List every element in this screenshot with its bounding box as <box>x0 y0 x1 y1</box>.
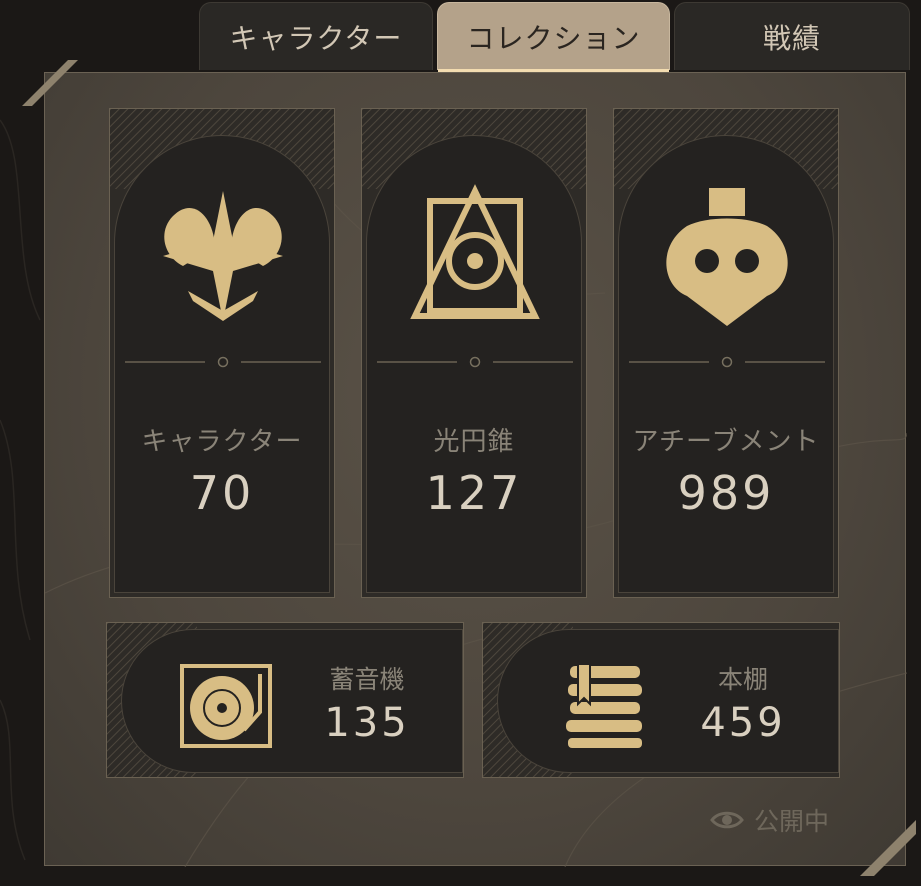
tab-record[interactable]: 戦績 <box>674 2 910 70</box>
card-label: 本棚 <box>717 665 768 694</box>
card-count: 135 <box>324 700 410 746</box>
card-count: 127 <box>425 466 523 520</box>
character-emblem-icon <box>163 191 283 321</box>
visibility-label: 公開中 <box>754 807 830 836</box>
collection-card-achievement[interactable]: アチーブメント 989 <box>613 108 839 598</box>
corner-ornament <box>22 60 78 106</box>
tab-character[interactable]: キャラクター <box>199 2 433 70</box>
tab-collection[interactable]: コレクション <box>437 2 670 74</box>
divider <box>125 356 321 368</box>
card-pill: 本棚 459 <box>497 629 839 773</box>
card-label: キャラクター <box>141 427 303 457</box>
collection-card-phonograph[interactable]: 蓄音機 135 <box>106 622 464 778</box>
card-label: 蓄音機 <box>329 665 405 694</box>
tab-label: コレクション <box>466 21 641 55</box>
tab-label: キャラクター <box>229 21 403 55</box>
card-arch: 光円錐 127 <box>366 135 582 593</box>
collection-card-character[interactable]: キャラクター 70 <box>109 108 335 598</box>
achievement-emblem-icon <box>666 188 788 326</box>
light-cone-emblem-icon <box>410 184 540 319</box>
card-pill: 蓄音機 135 <box>121 629 463 773</box>
card-arch: アチーブメント 989 <box>618 135 834 593</box>
card-label: 光円錐 <box>433 427 515 457</box>
card-count: 70 <box>189 466 255 520</box>
divider <box>629 356 825 368</box>
bookshelf-icon <box>566 663 642 748</box>
collection-card-bookshelf[interactable]: 本棚 459 <box>482 622 840 778</box>
tab-label: 戦績 <box>762 21 821 55</box>
card-arch: キャラクター 70 <box>114 135 330 593</box>
phonograph-icon <box>180 664 272 748</box>
card-count: 459 <box>700 700 786 746</box>
eye-icon <box>710 811 744 829</box>
corner-ornament <box>860 820 916 876</box>
card-label: アチーブメント <box>632 427 820 457</box>
collection-card-light-cone[interactable]: 光円錐 127 <box>361 108 587 598</box>
visibility-toggle[interactable]: 公開中 <box>710 802 829 838</box>
card-count: 989 <box>677 466 775 520</box>
divider <box>377 356 573 368</box>
